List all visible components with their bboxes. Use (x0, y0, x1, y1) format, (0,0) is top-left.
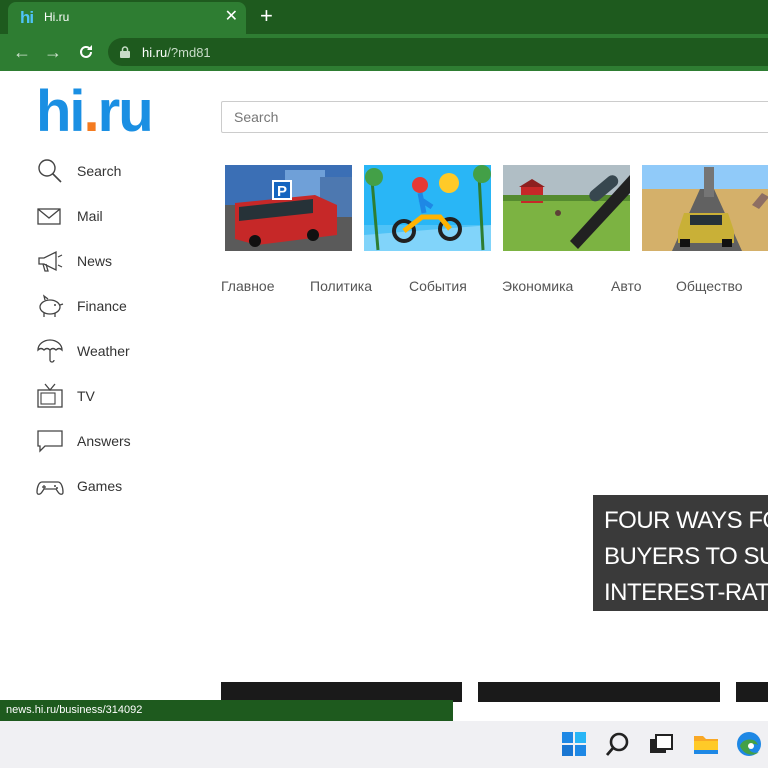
file-explorer-icon[interactable] (693, 731, 719, 757)
category-link[interactable]: Общество (676, 278, 743, 294)
bus-parking-game-thumbnail[interactable]: P (225, 165, 352, 251)
windows-start-icon[interactable] (561, 731, 587, 757)
reload-icon[interactable] (76, 42, 96, 62)
umbrella-icon (37, 339, 63, 363)
car-driving-game-thumbnail[interactable] (642, 165, 768, 251)
browser-nav-bar: ← → hi.ru/?md81 (0, 34, 768, 71)
news-card[interactable] (736, 682, 768, 702)
hi-ru-logo[interactable]: hi.ru (36, 79, 154, 145)
category-link[interactable]: Главное (221, 278, 275, 294)
hi-favicon-icon: hi (20, 8, 34, 27)
url-text: hi.ru/?md81 (142, 45, 211, 60)
sidebar-item-label: Search (77, 163, 122, 179)
sidebar-item-label: TV (77, 388, 95, 404)
back-arrow-icon[interactable]: ← (12, 42, 32, 62)
headline-line: FOUR WAYS FO (604, 507, 768, 534)
search-icon (38, 159, 62, 183)
edge-browser-icon[interactable] (736, 731, 762, 757)
news-card[interactable] (221, 682, 462, 702)
lock-icon (120, 46, 130, 58)
piggy-bank-icon (39, 294, 64, 317)
taskbar (0, 721, 768, 768)
page-content: hi.ru Search Mail News Finance Weather T… (0, 71, 768, 721)
svg-text:P: P (277, 183, 287, 200)
search-box[interactable] (221, 101, 768, 133)
mail-icon (37, 208, 61, 225)
category-link[interactable]: Политика (310, 278, 372, 294)
sidebar-item-mail[interactable]: Mail (36, 201, 206, 231)
sidebar-item-news[interactable]: News (36, 246, 206, 276)
sidebar-item-weather[interactable]: Weather (36, 336, 206, 366)
sidebar-item-label: Mail (77, 208, 103, 224)
new-tab-icon[interactable]: + (260, 5, 273, 27)
headline-line: BUYERS TO SU (604, 543, 768, 570)
address-bar[interactable]: hi.ru/?md81 (108, 38, 768, 66)
sidebar-item-finance[interactable]: Finance (36, 291, 206, 321)
sidebar-item-games[interactable]: Games (36, 471, 206, 501)
sidebar-item-tv[interactable]: TV (36, 381, 206, 411)
sidebar-item-label: Weather (77, 343, 130, 359)
tv-icon (37, 383, 63, 408)
sidebar-item-label: Games (77, 478, 123, 494)
headline-line: INTEREST-RAT (604, 579, 768, 606)
forward-arrow-icon[interactable]: → (43, 42, 63, 62)
search-input[interactable] (222, 102, 768, 132)
megaphone-icon (38, 250, 63, 272)
moto-x3m-game-thumbnail[interactable] (364, 165, 491, 251)
task-view-icon[interactable] (648, 731, 674, 757)
news-card[interactable] (478, 682, 720, 702)
sidebar-item-search[interactable]: Search (36, 156, 206, 186)
sniper-game-thumbnail[interactable] (503, 165, 630, 251)
close-tab-icon[interactable]: ✕ (225, 9, 238, 25)
sidebar-item-answers[interactable]: Answers (36, 426, 206, 456)
search-icon[interactable] (605, 731, 631, 757)
sidebar-item-label: Finance (77, 298, 127, 314)
status-bar-url: news.hi.ru/business/314092 (0, 700, 453, 721)
category-link[interactable]: События (409, 278, 467, 294)
chat-bubble-icon (37, 430, 63, 453)
browser-tab-bar: hi Hi.ru ✕ + (0, 0, 768, 34)
sidebar-item-label: Answers (77, 433, 131, 449)
category-link[interactable]: Экономика (502, 278, 573, 294)
browser-tab[interactable]: hi Hi.ru ✕ (8, 2, 246, 34)
tab-title: Hi.ru (44, 10, 70, 24)
gamepad-icon (36, 481, 64, 495)
sidebar-item-label: News (77, 253, 113, 269)
category-link[interactable]: Авто (611, 278, 642, 294)
news-headline-banner[interactable]: FOUR WAYS FO BUYERS TO SU INTEREST-RAT (593, 495, 768, 611)
